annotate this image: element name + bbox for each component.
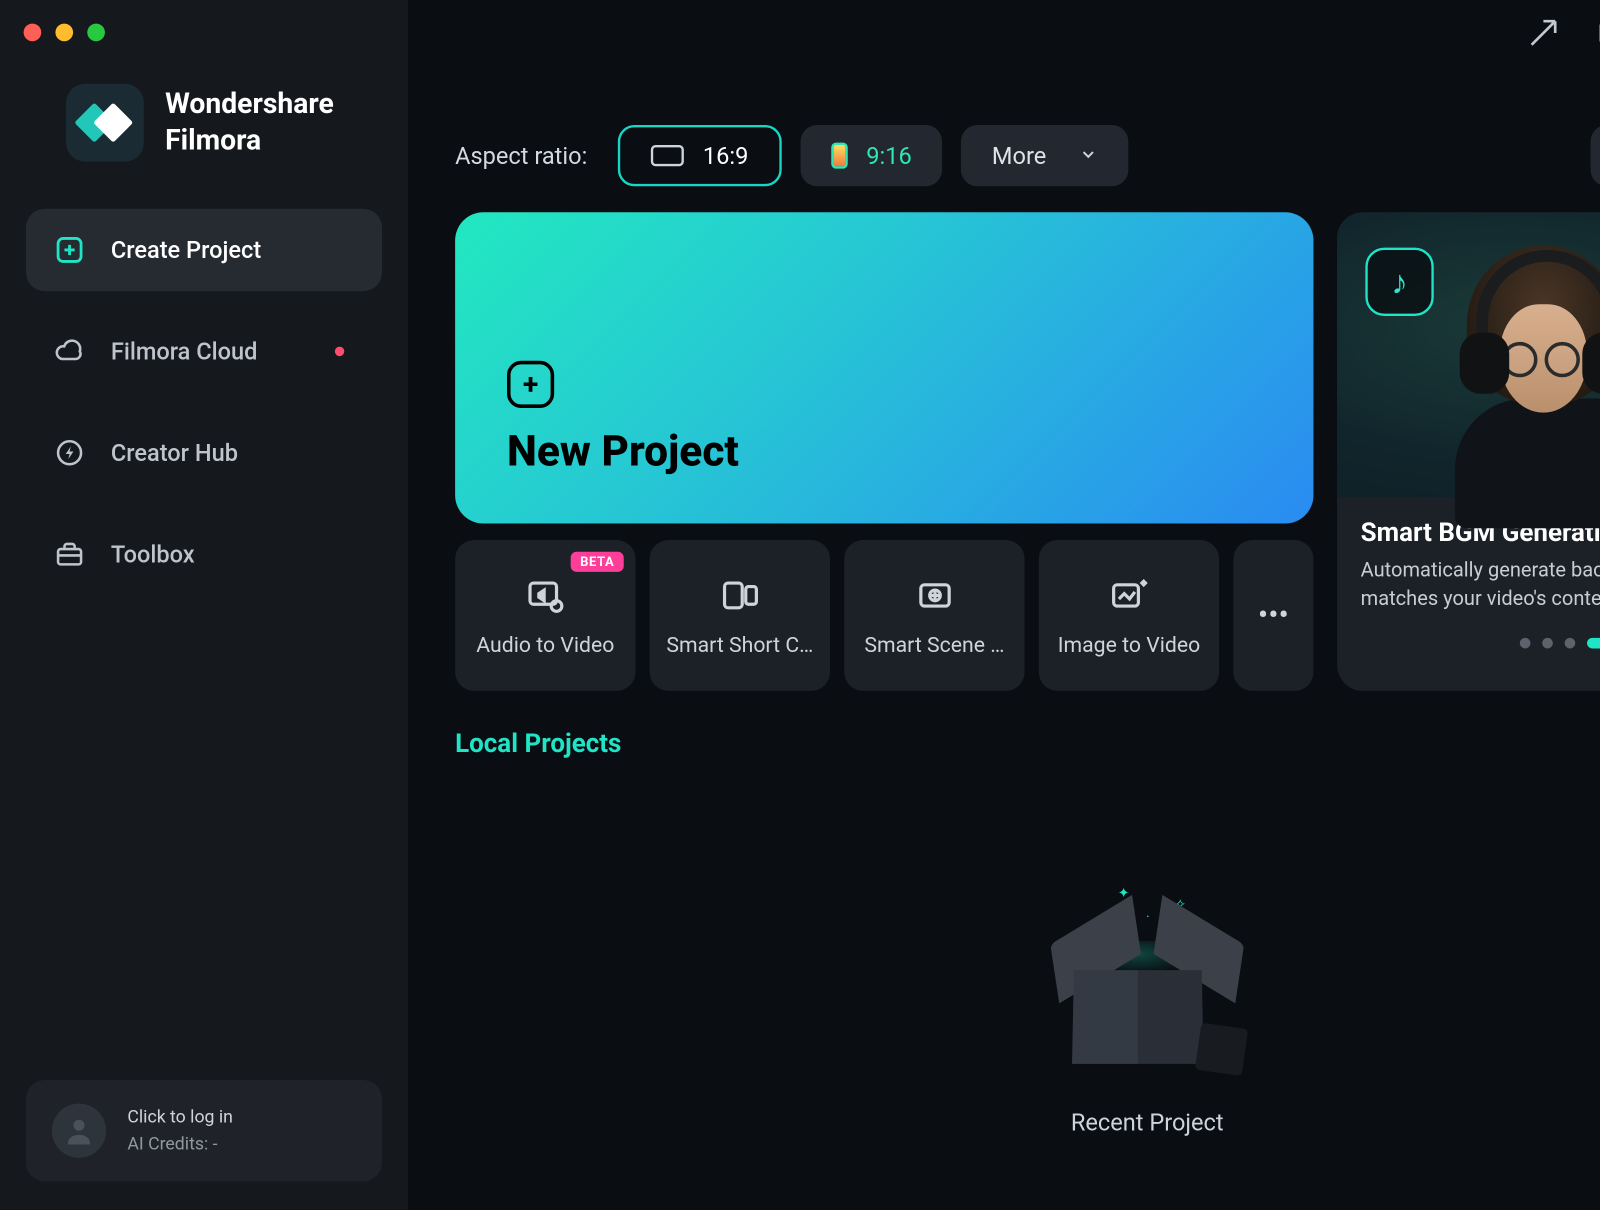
image-video-icon <box>1108 574 1150 616</box>
app-title: Wondershare Filmora <box>165 86 334 158</box>
empty-label: Recent Project <box>1071 1108 1224 1136</box>
ai-credits: AI Credits: - <box>127 1130 233 1157</box>
tool-audio-to-video[interactable]: BETA Audio to Video <box>455 540 635 691</box>
login-card[interactable]: Click to log in AI Credits: - <box>26 1079 382 1181</box>
aspect-ratio-label: Aspect ratio: <box>455 141 587 169</box>
brand: Wondershare Filmora <box>0 41 408 208</box>
sidebar-item-label: Create Project <box>111 236 261 264</box>
tool-smart-scene-cut[interactable]: Smart Scene … <box>844 540 1024 691</box>
feature-description: Automatically generate background music … <box>1361 558 1600 614</box>
plus-square-icon <box>54 235 85 266</box>
cloud-icon <box>54 336 85 367</box>
bolt-circle-icon <box>54 437 85 468</box>
chevron-down-icon <box>1079 141 1098 169</box>
empty-box-icon: ✦ ✧ · <box>1047 880 1247 1080</box>
hero-row: + New Project BETA Audio to Video Smart … <box>408 212 1600 691</box>
aspect-16-9-button[interactable]: 16:9 <box>618 125 781 186</box>
new-project-label: New Project <box>507 427 1262 477</box>
close-icon[interactable] <box>24 24 42 42</box>
window-controls <box>0 17 408 42</box>
open-project-button[interactable]: Open Project <box>1591 125 1600 186</box>
audio-video-icon <box>524 574 566 616</box>
ellipsis-icon: ••• <box>1258 598 1289 633</box>
aspect-9-16-button[interactable]: 9:16 <box>800 125 942 186</box>
aspect-ratio-row: Aspect ratio: 16:9 9:16 More Open Projec… <box>408 54 1600 212</box>
sidebar: Wondershare Filmora Create Project Filmo… <box>0 0 408 1210</box>
notification-dot-icon <box>335 347 344 356</box>
sidebar-nav: Create Project Filmora Cloud Creator Hub <box>0 209 408 596</box>
sidebar-item-toolbox[interactable]: Toolbox <box>26 513 382 596</box>
sidebar-item-label: Toolbox <box>111 540 195 568</box>
maximize-icon[interactable] <box>87 24 105 42</box>
music-note-icon: ♪ <box>1365 248 1433 316</box>
sidebar-item-filmora-cloud[interactable]: Filmora Cloud <box>26 310 382 393</box>
minimize-icon[interactable] <box>55 24 73 42</box>
send-icon[interactable] <box>1526 15 1561 50</box>
short-clips-icon <box>719 574 761 616</box>
empty-state: ✦ ✧ · Recent Project <box>408 759 1600 1209</box>
carousel-dots[interactable] <box>1361 614 1600 648</box>
sidebar-item-creator-hub[interactable]: Creator Hub <box>26 411 382 494</box>
landscape-icon <box>651 145 684 166</box>
main: Aspect ratio: 16:9 9:16 More Open Projec… <box>408 0 1600 1210</box>
app-logo-icon <box>66 84 144 162</box>
feature-image: ♪ ♫ ♪ <box>1337 212 1600 497</box>
tool-cards: BETA Audio to Video Smart Short C… Smart… <box>455 540 1313 691</box>
portrait-icon <box>831 143 848 169</box>
sidebar-item-create-project[interactable]: Create Project <box>26 209 382 292</box>
login-prompt: Click to log in <box>127 1103 233 1130</box>
tool-smart-short-clips[interactable]: Smart Short C… <box>650 540 830 691</box>
video-plus-icon[interactable] <box>1596 15 1600 50</box>
avatar-icon <box>52 1103 106 1157</box>
sidebar-item-label: Creator Hub <box>111 439 238 467</box>
person-illustration <box>1455 245 1600 487</box>
new-project-button[interactable]: + New Project <box>455 212 1313 523</box>
topbar <box>408 0 1600 54</box>
tool-more-button[interactable]: ••• <box>1233 540 1313 691</box>
local-projects-header: Local Projects <box>408 691 1600 759</box>
beta-badge: BETA <box>571 552 624 572</box>
sidebar-item-label: Filmora Cloud <box>111 337 258 365</box>
plus-icon: + <box>507 361 554 408</box>
aspect-more-button[interactable]: More <box>961 125 1129 186</box>
tool-image-to-video[interactable]: Image to Video <box>1039 540 1219 691</box>
toolbox-icon <box>54 539 85 570</box>
local-projects-title: Local Projects <box>455 729 621 758</box>
login-texts: Click to log in AI Credits: - <box>127 1103 233 1158</box>
scene-cut-icon <box>913 574 955 616</box>
feature-card[interactable]: ♪ ♫ ♪ <box>1337 212 1600 691</box>
